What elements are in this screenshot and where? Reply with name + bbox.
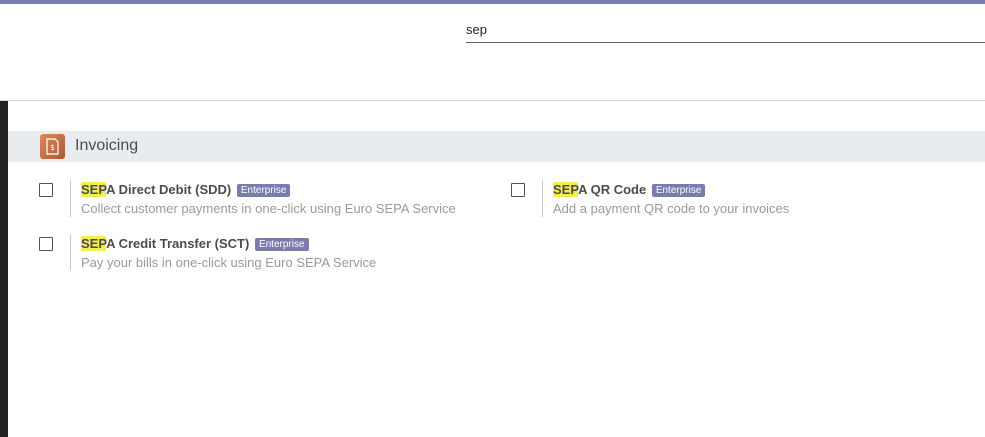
search-input[interactable] <box>466 18 985 40</box>
enterprise-badge: Enterprise <box>236 184 291 197</box>
setting-description: Add a payment QR code to your invoices <box>553 201 790 216</box>
setting-separator <box>70 234 71 271</box>
setting-title: SEPA QR Code Enterprise <box>553 182 706 197</box>
setting-separator <box>542 180 543 217</box>
setting-checkbox[interactable] <box>39 237 53 251</box>
setting-title: SEPA Credit Transfer (SCT) Enterprise <box>81 236 309 251</box>
control-panel-divider <box>0 100 985 101</box>
enterprise-badge: Enterprise <box>254 238 309 251</box>
setting-description: Collect customer payments in one-click u… <box>81 201 456 216</box>
search-highlight: SEP <box>81 182 107 197</box>
setting-checkbox[interactable] <box>511 183 525 197</box>
section-title: Invoicing <box>75 137 139 154</box>
settings-sidebar-edge <box>0 101 8 437</box>
invoice-icon: $ <box>40 134 65 159</box>
setting-title-text: A QR Code <box>578 182 647 197</box>
setting-separator <box>70 180 71 217</box>
setting-title-text: A Credit Transfer (SCT) <box>106 236 250 251</box>
search-highlight: SEP <box>553 182 579 197</box>
top-navbar <box>0 0 985 4</box>
setting-title: SEPA Direct Debit (SDD) Enterprise <box>81 182 291 197</box>
svg-text:$: $ <box>50 143 55 152</box>
enterprise-badge: Enterprise <box>651 184 706 197</box>
search-bar[interactable] <box>466 18 985 43</box>
search-highlight: SEP <box>81 236 107 251</box>
section-header-invoicing: $ Invoicing <box>8 131 985 162</box>
setting-description: Pay your bills in one-click using Euro S… <box>81 255 377 270</box>
setting-checkbox[interactable] <box>39 183 53 197</box>
setting-title-text: A Direct Debit (SDD) <box>106 182 232 197</box>
